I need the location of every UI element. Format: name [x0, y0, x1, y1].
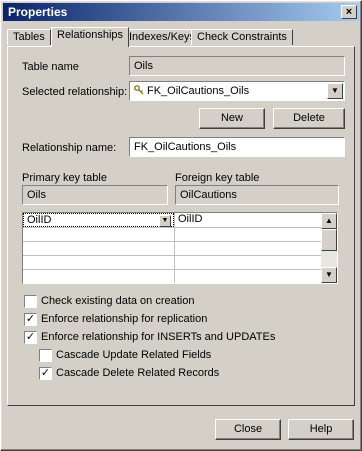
table-name-field: Oils	[129, 56, 345, 76]
delete-button[interactable]: Delete	[273, 108, 345, 129]
check-existing-data-checkbox[interactable]	[24, 295, 37, 308]
foreign-key-column-cell[interactable]	[175, 269, 323, 283]
primary-key-column-value: OilID	[27, 214, 52, 226]
primary-key-column-cell[interactable]	[23, 255, 174, 269]
check-existing-data-label: Check existing data on creation	[41, 295, 195, 307]
properties-dialog: Properties × Tables Relationships Indexe…	[0, 0, 362, 451]
cascade-delete-checkbox[interactable]: ✓	[39, 367, 52, 380]
relationship-key-icon	[134, 85, 144, 95]
primary-key-column-cell[interactable]	[23, 241, 174, 255]
primary-key-column-cell[interactable]	[23, 269, 174, 283]
foreign-key-column-cell[interactable]: OilID	[175, 213, 323, 227]
title-bar[interactable]: Properties ×	[3, 3, 359, 21]
foreign-key-column-cell[interactable]	[175, 255, 323, 269]
new-button[interactable]: New	[199, 108, 265, 129]
foreign-key-table-label: Foreign key table	[175, 172, 260, 184]
scroll-down-icon[interactable]: ▼	[321, 267, 337, 283]
table-row[interactable]	[23, 255, 323, 270]
enforce-replication-checkbox[interactable]: ✓	[24, 313, 37, 326]
foreign-key-column-cell[interactable]	[175, 227, 323, 241]
tab-relationships[interactable]: Relationships	[51, 27, 130, 47]
primary-key-table-field: Oils	[22, 185, 168, 205]
grid-scrollbar[interactable]: ▲ ▼	[321, 213, 337, 283]
cascade-update-label: Cascade Update Related Fields	[56, 349, 212, 361]
close-button[interactable]: Close	[215, 419, 281, 440]
help-button[interactable]: Help	[288, 419, 354, 440]
key-columns-grid[interactable]: OilID ▼ OilID ▲ ▼	[22, 212, 338, 284]
close-window-button[interactable]: ×	[341, 5, 357, 19]
table-row[interactable]	[23, 269, 323, 283]
close-icon: ×	[345, 6, 353, 18]
tab-indexes-keys[interactable]: Indexes/Keys	[123, 29, 202, 45]
enforce-replication-label: Enforce relationship for replication	[41, 313, 208, 325]
cascade-delete-label: Cascade Delete Related Records	[56, 367, 220, 379]
table-row[interactable]: OilID ▼ OilID	[23, 213, 323, 228]
tab-tables[interactable]: Tables	[7, 29, 51, 45]
tab-check-constraints[interactable]: Check Constraints	[191, 29, 293, 45]
primary-key-column-cell[interactable]: OilID ▼	[23, 213, 174, 227]
relationship-name-label: Relationship name:	[22, 142, 117, 154]
selected-relationship-value: FK_OilCautions_Oils	[147, 85, 250, 97]
selected-relationship-dropdown[interactable]: FK_OilCautions_Oils ▼	[129, 81, 345, 101]
window-title: Properties	[8, 5, 68, 19]
primary-key-table-label: Primary key table	[22, 172, 107, 184]
relationship-name-input[interactable]: FK_OilCautions_Oils	[129, 137, 345, 157]
foreign-key-table-field: OilCautions	[175, 185, 339, 205]
scroll-up-icon[interactable]: ▲	[321, 213, 337, 229]
cascade-update-checkbox[interactable]	[39, 349, 52, 362]
selected-relationship-label: Selected relationship:	[22, 86, 128, 98]
enforce-inserts-updates-label: Enforce relationship for INSERTs and UPD…	[41, 331, 276, 343]
foreign-key-column-cell[interactable]	[175, 241, 323, 255]
table-row[interactable]	[23, 241, 323, 256]
primary-key-column-cell[interactable]	[23, 227, 174, 241]
table-row[interactable]	[23, 227, 323, 242]
chevron-down-icon[interactable]: ▼	[159, 215, 171, 227]
enforce-inserts-updates-checkbox[interactable]: ✓	[24, 331, 37, 344]
table-name-label: Table name	[22, 61, 79, 73]
scroll-thumb[interactable]	[321, 229, 337, 251]
chevron-down-icon[interactable]: ▼	[327, 83, 343, 99]
